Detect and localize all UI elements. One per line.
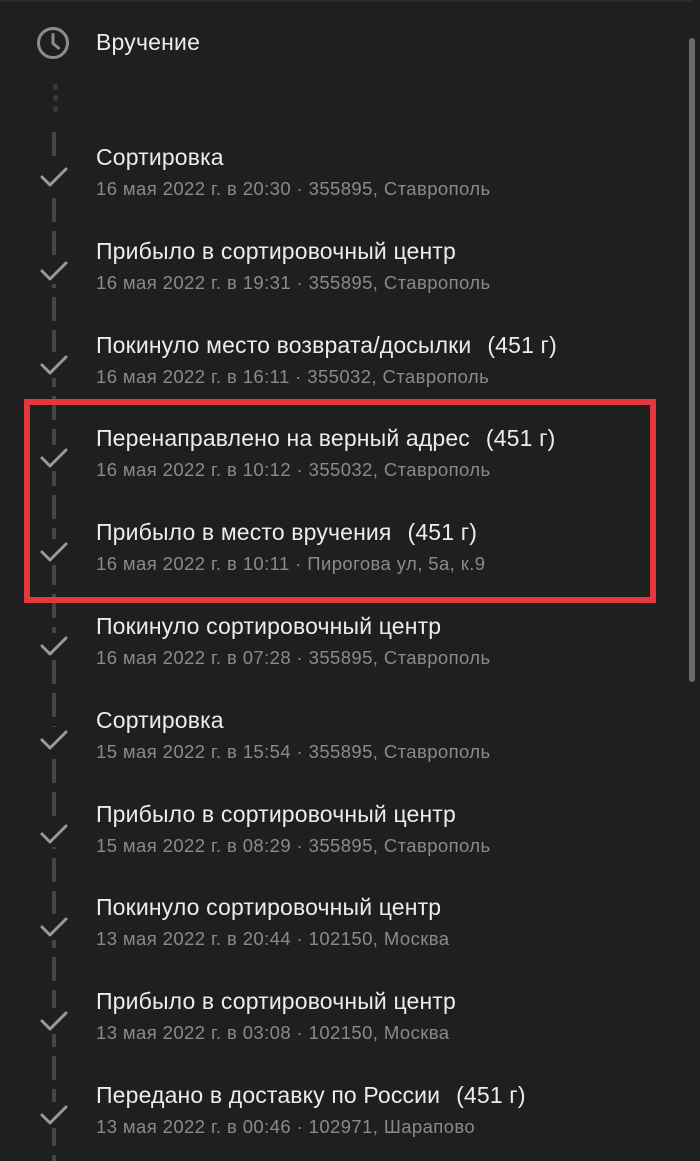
event-title-line: Покинуло сортировочный центр [96,894,441,921]
checkmark-icon [38,820,70,847]
checkmark-icon [38,539,70,566]
event-weight: (451 г) [407,519,478,546]
event-title-line: Покинуло место возврата/досылки (451 г) [96,332,557,359]
checkmark-icon [38,164,70,190]
event-title: Перенаправлено на верный адрес [96,425,470,452]
tracking-event: Покинуло место возврата/досылки (451 г) 16… [0,332,690,426]
tracking-event: Прибыло в сортировочный центр 15 мая 2022… [0,801,690,895]
event-title: Передано в доставку по России [96,1082,441,1108]
event-meta: 16 мая 2022 г. в 07:28 · 355895, Ставроп… [96,647,491,668]
scrollbar[interactable] [689,38,695,682]
event-title-line: Перенаправлено на верный адрес (451 г) [96,425,555,452]
event-title-line: Сортировка [96,707,224,734]
event-title-line: Прибыло в сортировочный центр [96,801,456,828]
event-meta: 16 мая 2022 г. в 10:11 · Пирогова ул, 5а… [96,553,486,575]
event-meta: 16 мая 2022 г. в 10:12 · 355032, Ставроп… [96,459,491,481]
checkmark-icon [38,914,70,941]
event-title: Покинуло сортировочный центр [96,613,442,639]
tracking-event: Сортировка 16 мая 2022 г. в 20:30 · 35589… [0,144,690,238]
event-meta: 13 мая 2022 г. в 20:44 · 102150, Москва [96,928,450,950]
event-title-line: Передано в доставку по России (451 г) [96,1082,526,1109]
event-title: Прибыло в сортировочный центр [96,800,456,827]
tracking-event: Передано в доставку по России (451 г) 13 м… [0,1082,690,1161]
pending-step-delivery: Вручение [0,0,690,90]
event-weight: (451 г) [485,425,556,452]
event-title-line: Прибыло в место вручения (451 г) [96,519,477,546]
pending-dots [52,84,58,124]
tracking-event: Покинуло сортировочный центр 16 мая 2022 … [0,613,690,707]
event-meta: 13 мая 2022 г. в 03:08 · 102150, Москва [96,1022,450,1044]
event-title: Прибыло в место вручения [96,519,392,546]
tracking-event: Прибыло в место вручения (451 г) 16 мая 20… [0,519,690,613]
event-title-line: Сортировка [96,144,224,171]
tracking-event: Сортировка 15 мая 2022 г. в 15:54 · 35589… [0,707,690,801]
checkmark-icon [38,351,70,378]
pending-step-label: Вручение [96,29,201,55]
event-weight: (451 г) [456,1082,526,1108]
event-title: Прибыло в сортировочный центр [96,988,456,1015]
event-title: Сортировка [96,144,224,170]
tracking-event: Перенаправлено на верный адрес (451 г) 16 … [0,425,690,519]
tracking-event: Покинуло сортировочный центр 13 мая 2022 … [0,894,690,988]
event-title-line: Покинуло сортировочный центр [96,613,441,640]
checkmark-icon [38,257,70,284]
event-meta: 13 мая 2022 г. в 00:46 · 102971, Шарапов… [96,1116,476,1137]
event-meta: 16 мая 2022 г. в 19:31 · 355895, Ставроп… [96,271,491,293]
checkmark-icon [38,1008,70,1035]
event-title: Прибыло в сортировочный центр [96,237,456,264]
event-weight: (451 г) [487,331,557,358]
checkmark-icon [38,633,70,659]
event-title: Покинуло сортировочный центр [96,894,442,921]
tracking-timeline: Вручение Сортировка 16 мая 2022 г. в 20:3… [0,0,700,1161]
tracking-event: Прибыло в сортировочный центр 16 мая 2022… [0,238,690,332]
checkmark-icon [38,445,70,472]
clock-icon [37,27,69,59]
event-title: Сортировка [96,706,224,733]
event-meta: 16 мая 2022 г. в 20:30 · 355895, Ставроп… [96,178,491,199]
event-meta: 16 мая 2022 г. в 16:11 · 355032, Ставроп… [96,365,490,387]
event-title-line: Прибыло в сортировочный центр [96,988,456,1015]
event-title-line: Прибыло в сортировочный центр [96,238,456,265]
event-meta: 15 мая 2022 г. в 15:54 · 355895, Ставроп… [96,740,491,762]
tracking-event: Прибыло в сортировочный центр 13 мая 2022… [0,988,690,1082]
event-title: Покинуло место возврата/досылки [96,331,472,358]
checkmark-icon [38,1102,70,1128]
checkmark-icon [38,726,70,753]
event-meta: 15 мая 2022 г. в 08:29 · 355895, Ставроп… [96,834,491,856]
